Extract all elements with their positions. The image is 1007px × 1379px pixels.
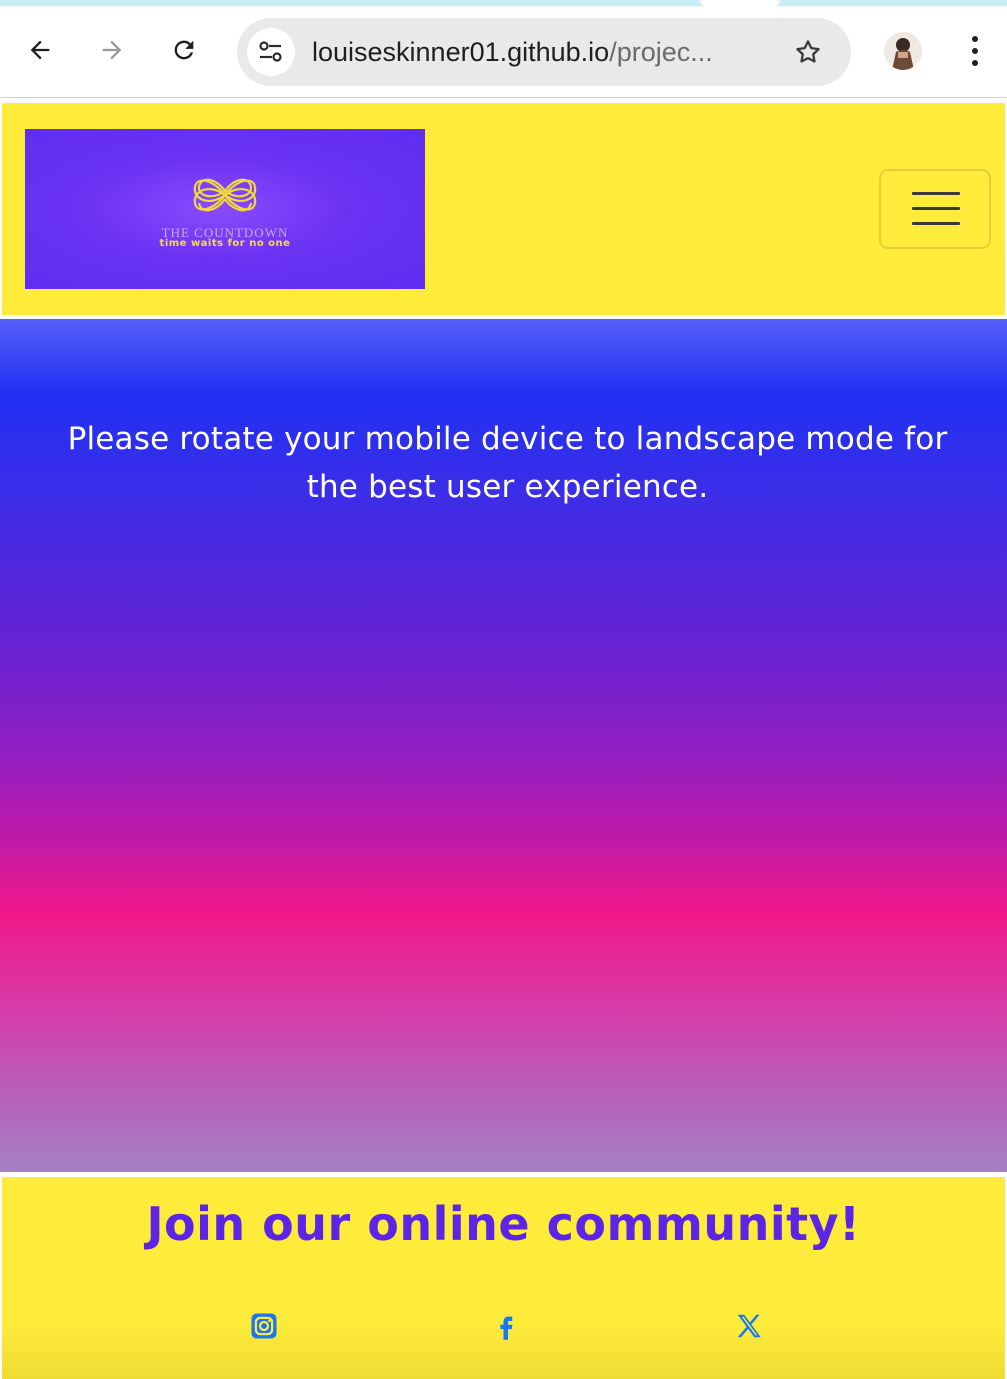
instagram-icon[interactable] xyxy=(247,1309,281,1343)
hamburger-icon-bar xyxy=(912,192,960,195)
footer-title: Join our online community! xyxy=(146,1197,861,1251)
url-text[interactable]: louiseskinner01.github.io/projec... xyxy=(312,18,772,86)
forward-arrow-icon[interactable] xyxy=(94,32,130,68)
site-logo[interactable]: THE COUNTDOWN time waits for no one xyxy=(25,129,425,289)
profile-avatar[interactable] xyxy=(884,32,922,70)
x-icon[interactable] xyxy=(732,1309,766,1343)
browser-toolbar: louiseskinner01.github.io/projec... xyxy=(0,6,1007,98)
page: THE COUNTDOWN time waits for no one Plea… xyxy=(0,99,1007,1379)
hero-section: Please rotate your mobile device to land… xyxy=(0,319,1007,1172)
url-path: /projec... xyxy=(609,37,713,67)
hamburger-menu-button[interactable] xyxy=(879,169,991,249)
back-arrow-icon[interactable] xyxy=(22,32,58,68)
hamburger-icon-bar xyxy=(912,222,960,225)
site-header: THE COUNTDOWN time waits for no one xyxy=(2,103,1005,315)
facebook-icon[interactable] xyxy=(489,1309,523,1343)
logo-tagline: time waits for no one xyxy=(159,238,291,249)
rotate-device-message: Please rotate your mobile device to land… xyxy=(67,421,948,505)
more-menu-icon[interactable] xyxy=(958,32,992,70)
infinity-knot-icon xyxy=(193,178,257,212)
address-bar[interactable]: louiseskinner01.github.io/projec... xyxy=(237,18,851,86)
site-footer: Join our online community! xyxy=(2,1177,1005,1379)
reload-icon[interactable] xyxy=(166,32,202,68)
url-host: louiseskinner01.github.io xyxy=(312,37,610,67)
bookmark-star-icon[interactable] xyxy=(791,35,825,69)
site-settings-icon[interactable] xyxy=(247,28,295,76)
hamburger-icon-bar xyxy=(912,207,960,210)
